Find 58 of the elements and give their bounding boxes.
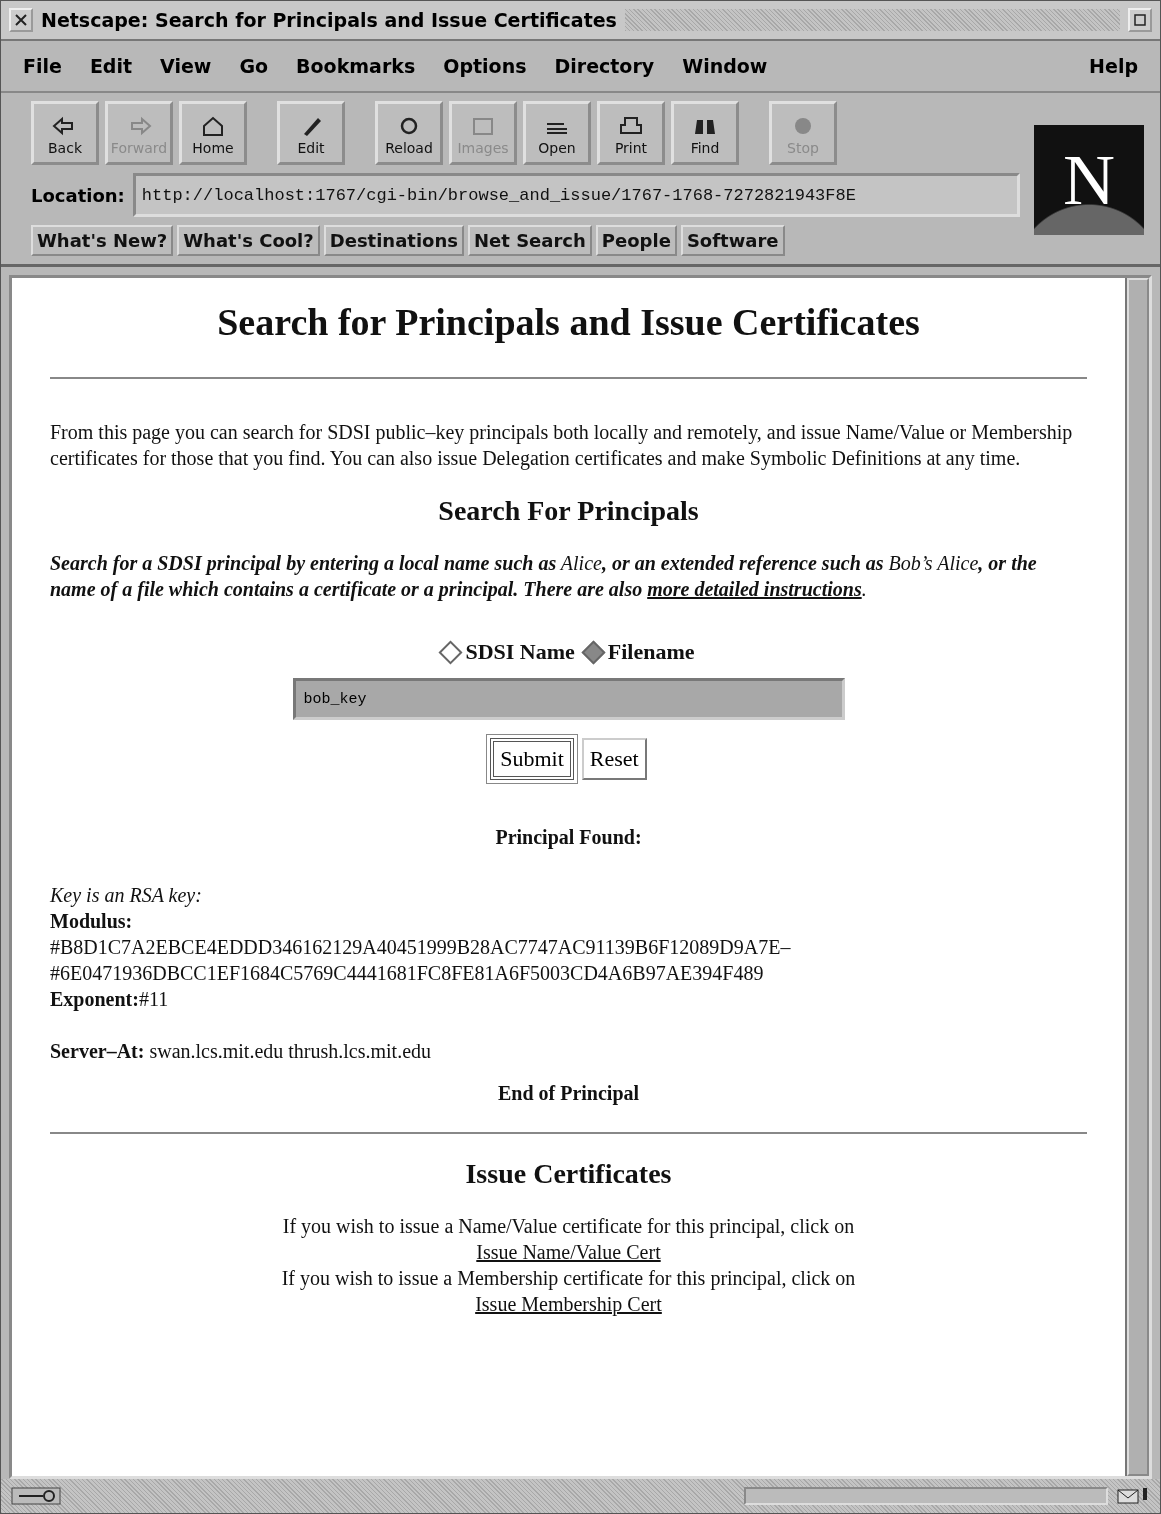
issue-text: If you wish to issue a Membership certificate for this principal, click on — [280, 1265, 857, 1291]
directory-button[interactable]: What's New? — [31, 225, 174, 256]
form-button[interactable]: Reset — [581, 738, 647, 781]
maximize-button[interactable] — [1128, 8, 1152, 32]
print-icon — [618, 116, 644, 136]
server-value: swan.lcs.mit.edu thrush.lcs.mit.edu — [149, 1040, 432, 1063]
intro-paragraph: From this page you can search for SDSI public–key principals both locally and remotely, and issue Name/Value or Membership certificates for those that you find. You can also issue Delegation certificates and make Symbolic Definitions at any time. — [50, 420, 1074, 472]
toolbar-button[interactable]: Back — [31, 101, 99, 165]
result-heading: Principal Found: — [494, 825, 643, 851]
location-field[interactable]: http://localhost:1767/cgi-bin/browse_and_issue/1767-1768-7272821943F8E — [132, 173, 1020, 217]
issue-link[interactable]: Issue Name/Value Cert — [476, 1240, 661, 1263]
page-heading: Search for Principals and Issue Certificates — [216, 300, 921, 345]
home-icon — [200, 116, 226, 136]
menu-item[interactable]: Bookmarks — [296, 55, 416, 77]
directory-button[interactable]: People — [595, 225, 677, 256]
images-icon — [470, 116, 496, 136]
menu-item[interactable]: Edit — [89, 55, 133, 77]
toolbar-button[interactable]: Home — [179, 101, 247, 165]
menu-item[interactable]: Options — [443, 55, 527, 77]
modulus-value: #6E0471936DBCC1EF1684C5769C4441681FC8FE81A6F5003CD4A6B97AE394F489 — [50, 961, 765, 987]
menu-item[interactable]: Help — [1089, 55, 1138, 77]
end-text: End of Principal — [496, 1081, 641, 1107]
issue-link[interactable]: Issue Membership Cert — [475, 1292, 662, 1315]
modulus-value: #B8D1C7A2EBCE4EDDD346162129A40451999B28AC7747AC91139B6F12089D9A7E– — [50, 935, 792, 961]
issue-text: If you wish to issue a Name/Value certificate for this principal, click on — [281, 1213, 856, 1239]
section-heading: Issue Certificates — [464, 1157, 673, 1192]
instructions-paragraph: Search for a SDSI principal by entering a local name such as Alice, or an extended reference such as Bob’s Alice, or the name of a file which contains a certificate or a principal. There are also more detailed instructions. — [50, 550, 1038, 602]
toolbar-button[interactable]: Open — [523, 101, 591, 165]
search-field[interactable]: bob_key — [292, 678, 845, 721]
menu-item[interactable]: File — [23, 55, 62, 77]
toolbar-button[interactable]: Find — [671, 101, 739, 165]
close-icon — [15, 14, 27, 26]
location-label: Location: — [31, 184, 125, 206]
close-button[interactable] — [9, 8, 33, 32]
window-title: Netscape: Search for Principals and Issue Certificates — [41, 9, 617, 31]
instructions-link[interactable]: more detailed instructions — [647, 577, 862, 600]
menu-item[interactable]: Window — [682, 55, 768, 77]
mail-icon[interactable] — [1116, 1486, 1150, 1506]
server-label: Server–At: — [50, 1040, 145, 1063]
toolbar-button[interactable]: Reload — [375, 101, 443, 165]
toolbar-button[interactable]: Print — [597, 101, 665, 165]
menu-item[interactable]: View — [160, 55, 212, 77]
toolbar-button[interactable]: Edit — [277, 101, 345, 165]
directory-button[interactable]: Software — [680, 225, 785, 256]
directory-button[interactable]: Destinations — [323, 225, 464, 256]
logo: N — [1034, 125, 1144, 235]
exponent-label: Exponent: — [50, 988, 139, 1011]
radio-option[interactable]: Filename — [584, 637, 695, 667]
security-key-icon — [11, 1486, 61, 1506]
key-type-text: Key is an RSA key: — [50, 883, 203, 909]
menu-item[interactable]: Directory — [554, 55, 655, 77]
modulus-label: Modulus: — [50, 909, 134, 935]
maximize-icon — [1134, 14, 1146, 26]
menu-item[interactable]: Go — [239, 55, 269, 77]
directory-button[interactable]: Net Search — [468, 225, 592, 256]
section-heading: Search For Principals — [437, 494, 700, 529]
directory-button[interactable]: What's Cool? — [177, 225, 320, 256]
exponent-value: #11 — [138, 988, 169, 1011]
